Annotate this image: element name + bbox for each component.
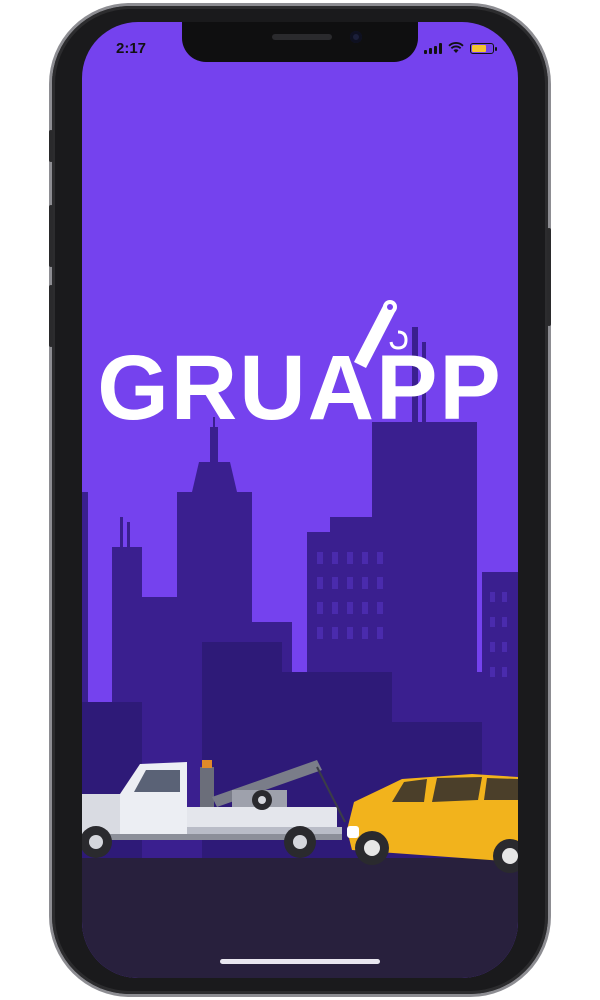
wifi-icon [448, 42, 464, 53]
app-logo: GRUAPP [82, 342, 518, 434]
earpiece-speaker [272, 34, 332, 40]
volume-down-button [49, 285, 53, 347]
battery-level [472, 44, 486, 52]
notch [182, 22, 418, 62]
tow-truck-illustration [82, 760, 518, 873]
home-indicator[interactable] [220, 959, 380, 964]
front-camera [350, 31, 362, 43]
mute-switch [49, 130, 53, 162]
splash-screen: GRUAPP 2:17 [82, 22, 518, 978]
app-logo-text: GRUAPP [97, 337, 503, 439]
power-button [547, 228, 551, 326]
status-icons [424, 42, 497, 54]
status-time: 2:17 [116, 40, 147, 57]
tow-hook-icon [354, 300, 408, 368]
volume-up-button [49, 205, 53, 267]
battery-icon [470, 42, 497, 54]
cellular-signal-icon [424, 42, 442, 54]
